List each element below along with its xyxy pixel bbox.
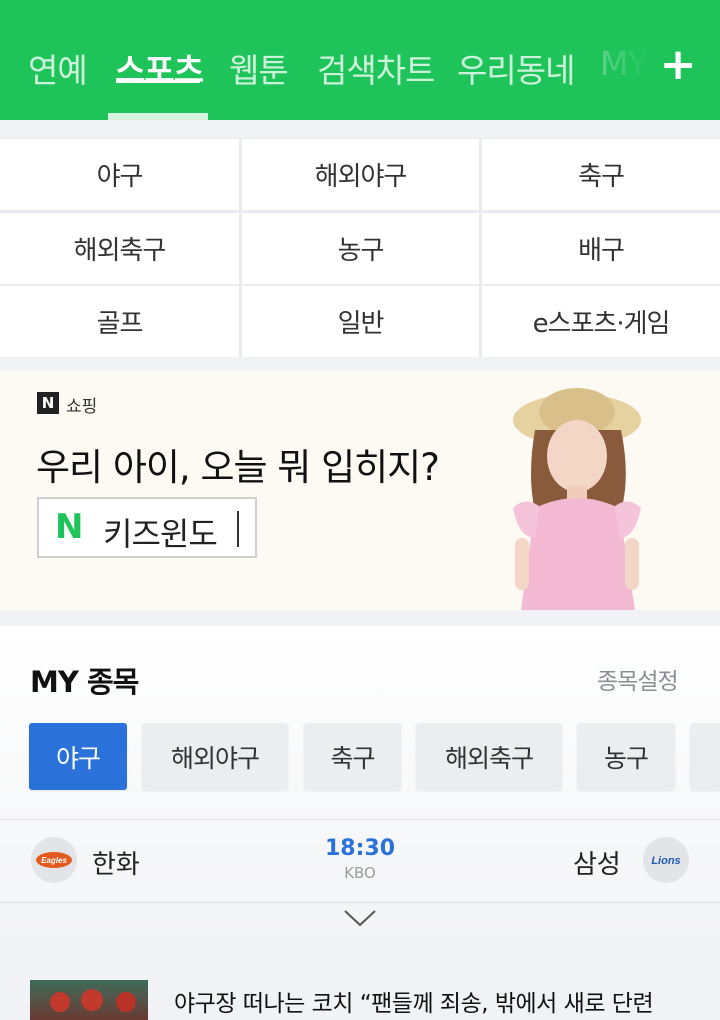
- shopping-label: 쇼핑: [66, 397, 98, 417]
- home-team-name: 한화: [92, 850, 140, 880]
- tab-overflow-fade: [590, 30, 650, 100]
- tab-sports[interactable]: 스포츠: [115, 44, 204, 92]
- tab-neighborhood[interactable]: 우리동네: [457, 44, 575, 92]
- divider: [0, 819, 720, 820]
- naver-logo-icon: N: [37, 392, 59, 414]
- category-golf[interactable]: 골프: [0, 286, 239, 357]
- samsung-lions-logo-icon: Lions: [643, 837, 689, 883]
- news-thumbnail[interactable]: [30, 980, 148, 1020]
- chip-soccer[interactable]: 축구: [304, 723, 401, 790]
- tab-entertainment[interactable]: 연예: [28, 44, 88, 92]
- match-league: KBO: [344, 864, 376, 882]
- category-esports[interactable]: e스포츠·게임: [482, 286, 720, 357]
- category-baseball[interactable]: 야구: [0, 139, 239, 210]
- category-basketball[interactable]: 농구: [242, 213, 479, 284]
- chip-overseas-baseball[interactable]: 해외야구: [142, 723, 288, 790]
- add-tab-button[interactable]: +: [656, 40, 700, 90]
- top-nav-bar: 연예 스포츠 웹툰 검색차트 우리동네 MY +: [0, 0, 720, 120]
- text-cursor: [237, 511, 239, 547]
- naver-n-icon: N: [55, 507, 84, 547]
- chip-overseas-soccer[interactable]: 해외축구: [416, 723, 562, 790]
- active-tab-indicator: [108, 113, 208, 120]
- shopping-ad-banner[interactable]: N 쇼핑 우리 아이, 오늘 뭐 입히지? N 키즈윈도: [0, 370, 720, 610]
- tab-search-chart[interactable]: 검색차트: [317, 44, 435, 92]
- category-soccer[interactable]: 축구: [482, 139, 720, 210]
- svg-text:Eagles: Eagles: [41, 856, 67, 865]
- category-overseas-baseball[interactable]: 해외야구: [242, 139, 479, 210]
- category-overseas-soccer[interactable]: 해외축구: [0, 213, 239, 284]
- chip-basketball[interactable]: 농구: [577, 723, 675, 790]
- banner-headline: 우리 아이, 오늘 뭐 입히지?: [36, 446, 440, 489]
- category-general[interactable]: 일반: [242, 286, 479, 357]
- category-volleyball[interactable]: 배구: [482, 213, 720, 284]
- hanwha-eagles-logo-icon: Eagles: [31, 837, 77, 883]
- news-headline[interactable]: 야구장 떠나는 코치 “팬들께 죄송, 밖에서 새로 단련: [174, 984, 654, 1018]
- kids-window-search-box[interactable]: N 키즈윈도: [37, 497, 257, 558]
- chevron-down-icon[interactable]: [342, 908, 378, 928]
- chip-overflow[interactable]: [690, 723, 720, 790]
- child-model-image: [513, 388, 641, 610]
- match-time: 18:30: [324, 836, 396, 861]
- chip-baseball[interactable]: 야구: [29, 723, 127, 790]
- divider: [0, 902, 720, 903]
- sport-settings-link[interactable]: 종목설정: [597, 662, 679, 696]
- svg-text:Lions: Lions: [651, 855, 680, 867]
- tab-webtoon[interactable]: 웹툰: [229, 44, 289, 92]
- away-team-name: 삼성: [573, 850, 621, 880]
- active-tab-underline: [116, 80, 200, 83]
- kids-window-text: 키즈윈도: [103, 515, 218, 553]
- my-sports-section: MY 종목 종목설정 야구 해외야구 축구 해외축구 농구 Eagles 한화 …: [0, 626, 720, 940]
- sports-category-grid: 야구 해외야구 축구 해외축구 농구 배구 골프 일반 e스포츠·게임: [0, 138, 720, 357]
- my-section-title: MY 종목: [30, 665, 139, 699]
